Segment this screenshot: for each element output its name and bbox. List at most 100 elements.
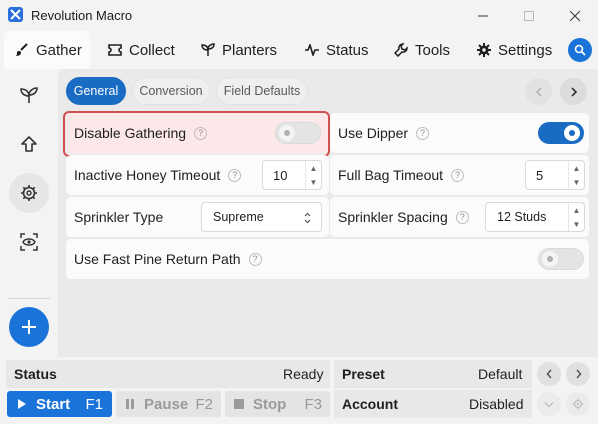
spin-down-icon[interactable]: ▼	[310, 178, 318, 187]
spin-up-icon[interactable]: ▲	[573, 206, 581, 215]
start-button[interactable]: Start F1	[7, 391, 112, 417]
tab-planters[interactable]: Planters	[201, 31, 277, 69]
sidebar-item-view[interactable]	[9, 222, 49, 262]
spin-down-icon[interactable]: ▼	[573, 220, 581, 229]
sprout-icon	[20, 87, 38, 103]
focus-highlight	[63, 111, 330, 157]
close-button[interactable]	[552, 0, 598, 31]
status-value: Ready	[283, 366, 324, 382]
wrench-icon	[394, 43, 408, 57]
inactive-honey-timeout-spinbox[interactable]: 10 ▲ ▼	[262, 160, 322, 190]
sprinkler-spacing-label: Sprinkler Spacing	[338, 209, 448, 225]
maximize-icon	[524, 10, 534, 21]
ticket-icon	[108, 44, 122, 56]
start-hotkey: F1	[85, 395, 103, 413]
previous-page-button[interactable]	[525, 78, 552, 105]
help-icon[interactable]: ?	[451, 168, 465, 182]
pause-button[interactable]: Pause F2	[116, 391, 221, 417]
help-icon[interactable]: ?	[455, 210, 469, 224]
sprinkler-type-select[interactable]: Supreme	[201, 202, 322, 232]
stop-label: Stop	[253, 395, 287, 413]
next-page-button[interactable]	[560, 78, 587, 105]
toggle-knob	[564, 125, 580, 141]
subtab-field-defaults[interactable]: Field Defaults	[216, 77, 308, 105]
tab-tools[interactable]: Tools	[394, 31, 450, 69]
brush-icon	[16, 43, 28, 56]
preset-label: Preset	[342, 366, 385, 382]
full-bag-timeout-spinbox[interactable]: 5 ▲ ▼	[525, 160, 585, 190]
close-icon	[570, 10, 580, 21]
pause-icon	[126, 399, 134, 409]
sidebar-item-upload[interactable]	[9, 124, 49, 164]
stop-button[interactable]: Stop F3	[225, 391, 330, 417]
spinbox-value: 12 Studs	[497, 210, 547, 224]
sprinkler-spacing-row: Sprinkler Spacing ? 12 Studs ▲ ▼	[330, 197, 589, 237]
add-button[interactable]	[9, 307, 49, 347]
tab-collect[interactable]: Collect	[108, 31, 175, 69]
sidebar-item-settings[interactable]	[9, 173, 49, 213]
tab-label: Status	[326, 41, 369, 59]
fast-pine-return-toggle[interactable]	[538, 248, 584, 270]
tab-label: Collect	[129, 41, 175, 59]
chevron-right-icon	[575, 369, 581, 379]
chevron-updown-icon	[304, 212, 311, 224]
tab-label: Settings	[498, 41, 553, 59]
preset-value: Default	[478, 366, 523, 382]
spin-down-icon[interactable]: ▼	[573, 178, 581, 187]
account-value: Disabled	[469, 396, 524, 412]
minimize-button[interactable]	[460, 0, 506, 31]
fast-pine-return-row: Use Fast Pine Return Path ?	[66, 239, 589, 279]
chevron-left-icon	[546, 369, 552, 379]
status-bar: Status Ready Preset Default Start F1 Pau…	[0, 357, 598, 424]
use-dipper-row: Use Dipper ?	[330, 113, 589, 153]
spinbox-value: 10	[273, 167, 288, 183]
preset-prev-button[interactable]	[537, 362, 561, 386]
account-settings-button[interactable]	[566, 392, 590, 416]
app-title: Revolution Macro	[31, 8, 133, 23]
full-bag-timeout-label: Full Bag Timeout	[338, 167, 444, 183]
help-icon[interactable]: ?	[416, 126, 430, 140]
search-button[interactable]	[568, 38, 592, 62]
tab-label: Gather	[36, 41, 82, 59]
help-icon[interactable]: ?	[248, 252, 262, 266]
tab-status[interactable]: Status	[305, 31, 369, 69]
help-icon[interactable]: ?	[228, 168, 242, 182]
minimize-icon	[478, 15, 488, 16]
account-dropdown-button[interactable]	[537, 392, 561, 416]
subtab-conversion[interactable]: Conversion	[132, 77, 210, 105]
sidebar-item-sprout[interactable]	[9, 75, 49, 115]
tab-gather[interactable]: Gather	[4, 31, 90, 69]
gear-icon	[21, 185, 37, 201]
chevron-left-icon	[535, 86, 542, 97]
stop-hotkey: F3	[304, 395, 322, 413]
sprinkler-type-row: Sprinkler Type Supreme	[66, 197, 329, 237]
title-bar: Revolution Macro	[0, 0, 598, 31]
subtab-general[interactable]: General	[66, 77, 126, 105]
start-label: Start	[36, 395, 71, 413]
chevron-down-icon	[544, 401, 554, 407]
pulse-icon	[305, 44, 319, 56]
status-label: Status	[14, 366, 57, 382]
sprinkler-spacing-spinbox[interactable]: 12 Studs ▲ ▼	[485, 202, 585, 232]
use-dipper-label: Use Dipper	[338, 125, 409, 141]
maximize-button[interactable]	[506, 0, 552, 31]
use-dipper-toggle[interactable]	[538, 122, 584, 144]
spin-up-icon[interactable]: ▲	[310, 164, 318, 173]
sidebar	[0, 69, 58, 357]
select-value: Supreme	[213, 210, 264, 224]
tab-settings[interactable]: Settings	[477, 31, 552, 69]
chevron-right-icon	[570, 86, 577, 97]
sidebar-divider	[8, 298, 50, 299]
gear-icon	[477, 43, 491, 57]
app-logo-icon	[8, 7, 23, 22]
preset-next-button[interactable]	[566, 362, 590, 386]
account-label: Account	[342, 396, 398, 412]
pause-hotkey: F2	[195, 395, 213, 413]
gather-panel: General Conversion Field Defaults Disabl…	[58, 69, 598, 357]
sprinkler-type-label: Sprinkler Type	[74, 209, 164, 225]
plus-icon	[22, 320, 36, 334]
tab-label: Tools	[415, 41, 451, 59]
eye-scan-icon	[20, 233, 38, 251]
spin-up-icon[interactable]: ▲	[573, 164, 581, 173]
search-icon	[574, 44, 586, 56]
